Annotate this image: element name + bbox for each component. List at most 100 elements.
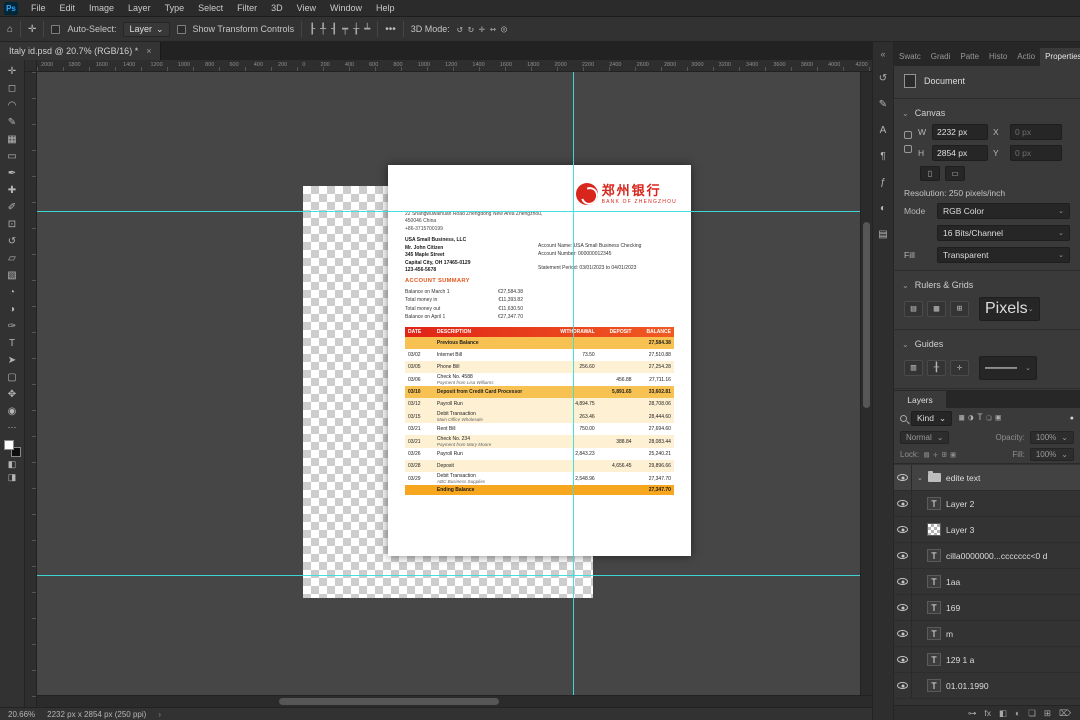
- visibility-toggle[interactable]: [894, 621, 912, 646]
- portrait-orientation-button[interactable]: ▯: [920, 166, 940, 181]
- more-options-icon[interactable]: •••: [385, 24, 396, 35]
- lock-icon[interactable]: ⊞: [942, 450, 947, 459]
- 3d-mode-icon[interactable]: ✛: [479, 24, 485, 35]
- foreground-color-swatch[interactable]: [3, 440, 14, 450]
- layers-action-icon[interactable]: ❏: [1028, 708, 1036, 719]
- auto-select-dropdown[interactable]: Layer ⌄: [123, 21, 170, 37]
- chevron-down-icon[interactable]: ⌄: [917, 474, 923, 482]
- ruler-grid-toggle-button[interactable]: ⊞: [950, 301, 969, 317]
- layer-name[interactable]: 01.01.1990: [946, 681, 989, 691]
- layers-action-icon[interactable]: ⌦: [1059, 708, 1071, 719]
- move-tool[interactable]: ✛: [2, 63, 23, 80]
- align-icon[interactable]: ┨: [331, 24, 337, 35]
- layer-row[interactable]: ⌄ T cilla0000000...ccccccc<0 d: [894, 543, 1080, 569]
- align-icon[interactable]: ┠: [309, 24, 315, 35]
- brush-settings-panel-icon[interactable]: ✎: [875, 97, 892, 111]
- adjustments-panel-icon[interactable]: ◐: [875, 201, 892, 215]
- guide-toggle-button[interactable]: ╂: [927, 360, 946, 376]
- visibility-toggle[interactable]: [894, 491, 912, 516]
- visibility-toggle[interactable]: [894, 595, 912, 620]
- horizontal-guide[interactable]: [25, 575, 872, 576]
- align-icon[interactable]: ┷: [364, 24, 370, 35]
- 3d-mode-icon[interactable]: ↻: [468, 24, 474, 35]
- height-field[interactable]: 2854 px: [932, 145, 988, 161]
- eyedropper-tool[interactable]: ✒: [2, 165, 23, 182]
- character-panel-icon[interactable]: A: [875, 123, 892, 137]
- menu-item[interactable]: Window: [323, 1, 369, 15]
- home-icon[interactable]: ⌂: [7, 24, 13, 35]
- layers-action-icon[interactable]: ⊶: [968, 708, 977, 719]
- opacity-dropdown[interactable]: 100% ⌄: [1029, 430, 1074, 444]
- align-icon[interactable]: ┯: [342, 24, 348, 35]
- panel-tab[interactable]: Histo: [984, 48, 1012, 66]
- quick-selection-tool[interactable]: ✎: [2, 114, 23, 131]
- layers-action-icon[interactable]: ⊞: [1044, 708, 1051, 719]
- tab-layers[interactable]: Layers: [894, 391, 946, 408]
- guide-style-dropdown[interactable]: —— ⌄: [979, 356, 1037, 380]
- layer-filter-type-icon[interactable]: ❏: [987, 413, 992, 423]
- menu-item[interactable]: View: [290, 1, 323, 15]
- layer-name[interactable]: 1aa: [946, 577, 960, 587]
- gradient-tool[interactable]: ▧: [2, 267, 23, 284]
- units-dropdown[interactable]: Pixels ⌄: [979, 297, 1040, 321]
- frame-tool[interactable]: ▭: [2, 148, 23, 165]
- close-icon[interactable]: ×: [146, 46, 151, 56]
- layer-row[interactable]: ⌄ T 129 1 a: [894, 647, 1080, 673]
- crop-tool[interactable]: ▦: [2, 131, 23, 148]
- marquee-tool[interactable]: ◻: [2, 80, 23, 97]
- filter-kind-dropdown[interactable]: Kind ⌄: [911, 410, 953, 426]
- pen-tool[interactable]: ✑: [2, 318, 23, 335]
- align-icon[interactable]: ╁: [353, 24, 359, 35]
- guide-toggle-button[interactable]: ▥: [904, 360, 923, 376]
- panel-tab[interactable]: Gradi: [926, 48, 956, 66]
- visibility-toggle[interactable]: [894, 465, 912, 490]
- layer-filter-type-icon[interactable]: ◑: [968, 413, 973, 423]
- status-menu-arrow-icon[interactable]: ›: [158, 710, 161, 719]
- visibility-toggle[interactable]: [894, 673, 912, 698]
- layer-name[interactable]: Layer 3: [946, 525, 974, 535]
- history-brush-tool[interactable]: ↺: [2, 233, 23, 250]
- menu-item[interactable]: File: [24, 1, 53, 15]
- move-tool-icon[interactable]: ✛: [28, 24, 36, 35]
- align-icon[interactable]: ╀: [320, 24, 326, 35]
- menu-item[interactable]: Filter: [230, 1, 264, 15]
- paragraph-panel-icon[interactable]: ¶: [875, 149, 892, 163]
- width-field[interactable]: 2232 px: [932, 124, 988, 140]
- zoom-tool[interactable]: ◉: [2, 403, 23, 420]
- visibility-toggle[interactable]: [894, 517, 912, 542]
- clone-stamp-tool[interactable]: ⊡: [2, 216, 23, 233]
- lasso-tool[interactable]: ◠: [2, 97, 23, 114]
- lock-icon[interactable]: ▨: [924, 450, 929, 459]
- screen-mode-icon[interactable]: ◨: [8, 472, 17, 483]
- link-dimensions-icon[interactable]: [904, 127, 912, 157]
- path-selection-tool[interactable]: ➤: [2, 352, 23, 369]
- color-mode-dropdown[interactable]: RGB Color ⌄: [937, 203, 1070, 219]
- visibility-toggle[interactable]: [894, 647, 912, 672]
- vertical-scrollbar[interactable]: [860, 72, 872, 695]
- menu-item[interactable]: Help: [369, 1, 402, 15]
- layer-name[interactable]: Layer 2: [946, 499, 974, 509]
- glyphs-panel-icon[interactable]: ƒ: [875, 175, 892, 189]
- panel-tab[interactable]: Patte: [955, 48, 984, 66]
- layer-name[interactable]: cilla0000000...ccccccc<0 d: [946, 551, 1047, 561]
- rulers-grids-section-header[interactable]: ⌄ Rulers & Grids: [894, 275, 1080, 295]
- layer-row[interactable]: ⌄ T edite text: [894, 465, 1080, 491]
- vertical-guide[interactable]: [573, 72, 574, 695]
- zoom-level[interactable]: 20.66%: [8, 710, 35, 719]
- guides-section-header[interactable]: ⌄ Guides: [894, 334, 1080, 354]
- tab-properties[interactable]: Properties: [1040, 48, 1080, 66]
- layers-action-icon[interactable]: ◐: [1015, 708, 1020, 718]
- type-tool[interactable]: T: [2, 335, 23, 352]
- 3d-mode-icon[interactable]: ◎: [501, 24, 507, 35]
- menu-item[interactable]: 3D: [264, 1, 290, 15]
- lock-icon[interactable]: ▣: [951, 450, 956, 459]
- 3d-mode-icon[interactable]: ↔: [490, 24, 496, 35]
- menu-item[interactable]: Type: [158, 1, 192, 15]
- layer-row[interactable]: ⌄ T 01.01.1990: [894, 673, 1080, 699]
- menu-item[interactable]: Select: [191, 1, 230, 15]
- layer-filter-type-icon[interactable]: T: [977, 413, 982, 423]
- brush-tool[interactable]: ✐: [2, 199, 23, 216]
- lock-icon[interactable]: ✛: [933, 450, 938, 459]
- menu-item[interactable]: Layer: [121, 1, 158, 15]
- horizontal-scrollbar[interactable]: [25, 695, 872, 707]
